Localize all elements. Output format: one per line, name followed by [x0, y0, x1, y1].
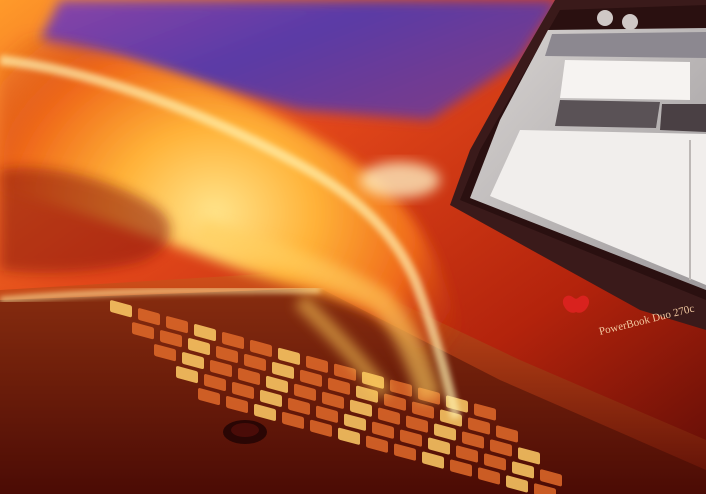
window-pane — [560, 60, 690, 100]
window-pane-dark — [555, 100, 660, 128]
photo-hand-typing-on-laptop: PowerBook Duo 270c — [0, 0, 706, 494]
window-pane-dark — [660, 104, 706, 132]
toolbar-button-icon — [597, 10, 613, 26]
window-toolbar — [545, 32, 706, 58]
toolbar-button-icon — [622, 14, 638, 30]
photo-canvas: PowerBook Duo 270c — [0, 0, 706, 494]
